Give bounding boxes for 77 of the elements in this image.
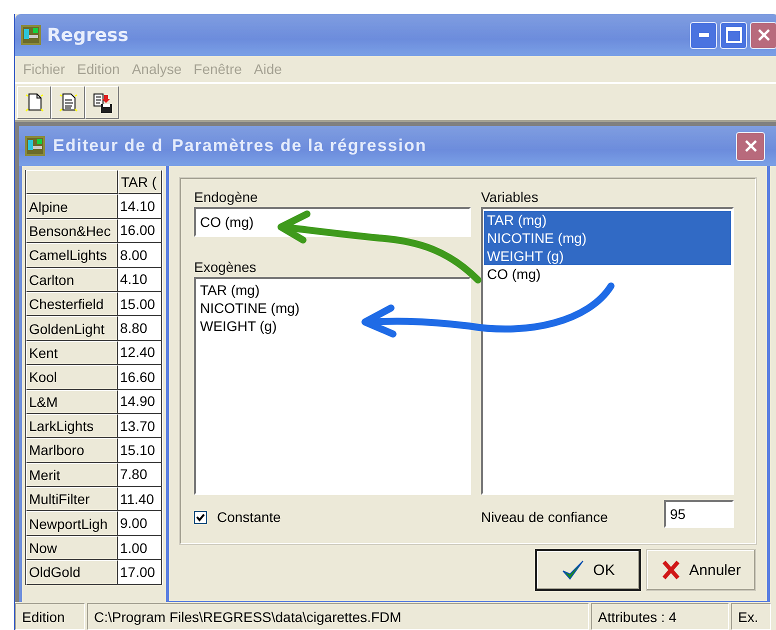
window-title: Regress xyxy=(47,24,130,46)
table-cell: 11.40 xyxy=(118,487,162,512)
minimize-icon xyxy=(698,33,708,37)
table-cell: 1.00 xyxy=(118,536,162,560)
field-label: Endogène xyxy=(194,189,259,207)
table-cell: 7.80 xyxy=(118,462,162,488)
row-header[interactable]: MultiFilter xyxy=(26,487,118,512)
app-icon xyxy=(21,25,41,45)
row-header[interactable]: GoldenLight xyxy=(26,316,118,341)
checkbox[interactable] xyxy=(194,510,207,524)
row-header[interactable]: LarkLights xyxy=(26,414,118,438)
row-header[interactable]: Kool xyxy=(26,365,118,390)
table-cell: 15.00 xyxy=(118,292,162,316)
row-header[interactable]: Marlboro xyxy=(26,438,118,463)
list-item[interactable]: CO (mg) xyxy=(484,265,731,283)
table-cell: 14.90 xyxy=(118,390,162,414)
exogenes-list[interactable]: TAR (mg) NICOTINE (mg) WEIGHT (g) xyxy=(194,277,471,495)
save-file-icon xyxy=(91,91,113,113)
column-header[interactable]: TAR ( xyxy=(118,170,162,194)
list-item[interactable]: TAR (mg) xyxy=(484,211,731,229)
table-cell: 9.00 xyxy=(118,511,162,536)
row-header[interactable]: Merit xyxy=(26,462,118,488)
cross-icon xyxy=(661,559,682,581)
cancel-button[interactable]: Annuler xyxy=(646,549,756,591)
row-header[interactable]: Carlton xyxy=(26,268,118,292)
status-panel: C:\Program Files\REGRESS\data\cigarettes.FDM xyxy=(87,603,589,630)
close-icon xyxy=(744,139,758,153)
close-icon xyxy=(756,28,770,42)
new-file-button[interactable] xyxy=(17,86,51,118)
new-file-icon xyxy=(23,91,45,113)
document-button[interactable] xyxy=(51,86,85,118)
table-cell: 13.70 xyxy=(118,414,162,438)
document-icon xyxy=(57,91,79,113)
window-title: Editeur de d xyxy=(53,136,164,156)
table-cell: 4.10 xyxy=(118,268,162,292)
list-item[interactable]: TAR (mg) xyxy=(197,281,468,299)
ok-button[interactable]: OK xyxy=(535,549,641,591)
row-header[interactable]: NewportLigh xyxy=(26,511,118,536)
status-panel: Attributes : 4 xyxy=(591,603,729,630)
check-icon xyxy=(561,559,586,581)
list-label: Variables xyxy=(481,189,540,207)
status-panel: Ex. xyxy=(731,603,771,630)
table-cell: 8.00 xyxy=(118,243,162,268)
checkbox-label: Constante xyxy=(217,509,281,525)
minimize-button[interactable] xyxy=(690,22,717,48)
row-header[interactable]: Benson&Hec xyxy=(26,218,118,244)
close-button[interactable] xyxy=(736,132,765,160)
app-icon xyxy=(25,136,45,156)
check-icon xyxy=(196,512,205,522)
list-item[interactable]: NICOTINE (mg) xyxy=(484,229,731,247)
row-header[interactable]: OldGold xyxy=(26,560,118,585)
dialog-title: Paramètres de la régression xyxy=(172,136,428,156)
table-cell: 14.10 xyxy=(118,194,162,219)
list-label: Exogènes xyxy=(194,259,258,277)
table-cell: 16.00 xyxy=(118,218,162,244)
list-item[interactable]: WEIGHT (g) xyxy=(484,247,731,265)
maximize-icon xyxy=(726,27,742,43)
table-cell: 17.00 xyxy=(118,560,162,585)
list-item[interactable]: NICOTINE (mg) xyxy=(197,299,468,317)
table-cell: 8.80 xyxy=(118,316,162,341)
row-header[interactable]: Kent xyxy=(26,340,118,366)
row-header[interactable]: CamelLights xyxy=(26,243,118,268)
maximize-button[interactable] xyxy=(720,22,747,48)
save-file-button[interactable] xyxy=(85,86,119,118)
list-item[interactable]: WEIGHT (g) xyxy=(197,317,468,335)
variables-list[interactable]: TAR (mg) NICOTINE (mg) WEIGHT (g) CO (mg) xyxy=(481,207,734,495)
row-header[interactable]: Alpine xyxy=(26,194,118,219)
row-header[interactable]: L&M xyxy=(26,390,118,414)
field-label: Niveau de confiance xyxy=(481,509,608,525)
table-cell: 15.10 xyxy=(118,438,162,463)
status-panel: Edition xyxy=(15,603,85,630)
table-cell: 12.40 xyxy=(118,340,162,366)
input-field[interactable]: 95 xyxy=(664,500,734,528)
close-button[interactable] xyxy=(750,22,776,48)
table-cell: 16.60 xyxy=(118,365,162,390)
row-header[interactable]: Chesterfield xyxy=(26,292,118,316)
row-header[interactable]: Now xyxy=(26,536,118,560)
